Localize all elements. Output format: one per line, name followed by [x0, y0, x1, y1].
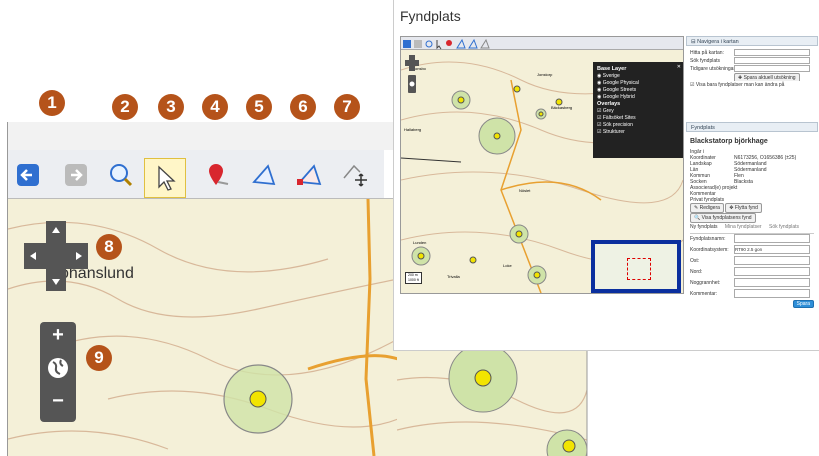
form-input[interactable]	[734, 289, 810, 299]
form-label: Koordinatsystem:	[690, 247, 729, 253]
callout-5: 5	[246, 94, 272, 120]
base-layer-option[interactable]: ◉ Google Physical	[597, 80, 679, 86]
zoom-out-button[interactable]: −	[40, 390, 76, 413]
find-map-label: Hitta på kartan:	[690, 50, 724, 56]
map-label: Bäckasberg	[551, 105, 573, 110]
move-button[interactable]: ✥ Flytta fynd	[725, 203, 762, 213]
base-layer-option[interactable]: ◉ Google Hybrid	[597, 94, 679, 100]
tab-my-sites[interactable]: Mina fyndplatser	[725, 224, 762, 230]
polygon-edit-icon[interactable]	[294, 160, 324, 190]
nav-panel: ⊟ Navigera i kartan Hitta på kartan: Sök…	[686, 36, 818, 92]
callout-6: 6	[290, 94, 316, 120]
map-continuation	[397, 350, 588, 456]
overlay-option[interactable]: ☑ Grey	[597, 108, 679, 114]
scale-bar: 200 m 1000 ft	[405, 272, 422, 284]
show-finds-button[interactable]: 🔍 Visa fyndplatsens fynd	[690, 213, 756, 223]
mini-pan-control[interactable]	[405, 55, 419, 95]
zoomed-title-bar	[8, 122, 398, 151]
form-input[interactable]	[734, 256, 810, 266]
polygon-move-icon[interactable]	[340, 160, 370, 190]
site-panel: Fyndplats Blackstatorp björkhage Ingår i…	[686, 122, 818, 311]
callout-8: 8	[96, 234, 122, 260]
map-label: Trivalla	[447, 274, 460, 279]
find-site-label: Sök fyndplats	[690, 58, 721, 64]
form-row: Noggrannhet:	[690, 278, 814, 289]
map-pin-icon[interactable]	[204, 160, 234, 190]
form-row: Nord:	[690, 267, 814, 278]
forward-arrow-icon[interactable]	[62, 160, 92, 190]
overlay-option[interactable]: ☑ Sök precision	[597, 122, 679, 128]
form-label: Ost:	[690, 258, 700, 264]
map-label: Nöslet	[519, 188, 531, 193]
form-input[interactable]	[734, 267, 810, 277]
pan-control[interactable]	[24, 221, 88, 291]
nav-panel-header[interactable]: ⊟ Navigera i kartan	[686, 36, 818, 46]
site-name: Blackstatorp björkhage	[690, 138, 768, 145]
map-label: Lunden	[413, 240, 427, 245]
callout-1: 1	[39, 90, 65, 116]
save-search-button[interactable]: ✚ Spara aktuell utsökning	[734, 73, 800, 81]
form-label: Noggrannhet:	[690, 280, 721, 286]
map-label: Jonstorp	[537, 72, 553, 77]
map-label: Hallaberg	[404, 127, 422, 132]
earlier-searches-label: Tidigare utsökningar:	[690, 66, 737, 72]
form-input[interactable]	[734, 278, 810, 288]
form-row: Ost:	[690, 256, 814, 267]
callout-4: 4	[202, 94, 228, 120]
form-input[interactable]	[734, 234, 810, 244]
form-row: Koordinatsystem: RT90 2.5 gon	[690, 245, 814, 256]
pointer-arrow-icon[interactable]	[144, 158, 186, 198]
back-arrow-icon[interactable]	[14, 160, 44, 190]
site-panel-header: Fyndplats	[686, 122, 818, 132]
callout-9: 9	[86, 345, 112, 371]
tab-search-site[interactable]: Sök fyndplats	[769, 224, 799, 230]
globe-icon[interactable]	[40, 356, 76, 386]
form-input[interactable]: RT90 2.5 gon	[734, 245, 810, 255]
form-row: Fyndplatsnamn:	[690, 234, 814, 245]
form-label: Kommentar:	[690, 291, 718, 297]
base-layer-option[interactable]: ◉ Google Streets	[597, 87, 679, 93]
callout-7: 7	[334, 94, 360, 120]
only-editable-checkbox[interactable]: ☑ Visa bara fyndplatser man kan ändra på	[690, 81, 814, 89]
overview-map[interactable]	[591, 240, 681, 293]
magnify-icon[interactable]	[106, 160, 136, 190]
save-button[interactable]: Spara	[792, 300, 814, 308]
form-row: Kommentar:	[690, 289, 814, 300]
form-label: Fyndplatsnamn:	[690, 236, 726, 242]
overview-extent[interactable]	[627, 258, 651, 280]
zoom-in-button[interactable]: +	[40, 324, 76, 347]
map-label: Loke	[503, 263, 512, 268]
form-label: Nord:	[690, 269, 703, 275]
overlay-option[interactable]: ☑ Strukturer	[597, 129, 679, 135]
earlier-searches-select[interactable]	[734, 65, 810, 73]
base-layer-option[interactable]: ◉ Sverige	[597, 73, 679, 79]
mini-toolbar	[401, 37, 683, 50]
overlays-title: Overlays	[597, 101, 621, 107]
tab-new-site[interactable]: Ny fyndplats	[690, 224, 718, 230]
scale-label: 1000 ft	[408, 278, 419, 282]
find-site-input[interactable]	[734, 57, 810, 65]
polygon-icon[interactable]	[248, 160, 278, 190]
callout-2: 2	[112, 94, 138, 120]
page-title: Fyndplats	[400, 8, 461, 24]
overlay-option[interactable]: ☑ Fältsöket Sites	[597, 115, 679, 121]
zoom-control[interactable]: + −	[40, 322, 76, 422]
base-layer-title: Base Layer	[597, 66, 627, 72]
close-icon[interactable]: ✕	[677, 64, 681, 70]
layer-switcher[interactable]: ✕ Base Layer ◉ Sverige ◉ Google Physical…	[593, 62, 683, 158]
edit-button[interactable]: ✎ Redigera	[690, 203, 724, 213]
callout-3: 3	[158, 94, 184, 120]
find-map-input[interactable]	[734, 49, 810, 57]
fyndplats-screenshot: Fyndplats Jonsbo Jonstorp Hallaberg Bäck…	[393, 0, 819, 351]
